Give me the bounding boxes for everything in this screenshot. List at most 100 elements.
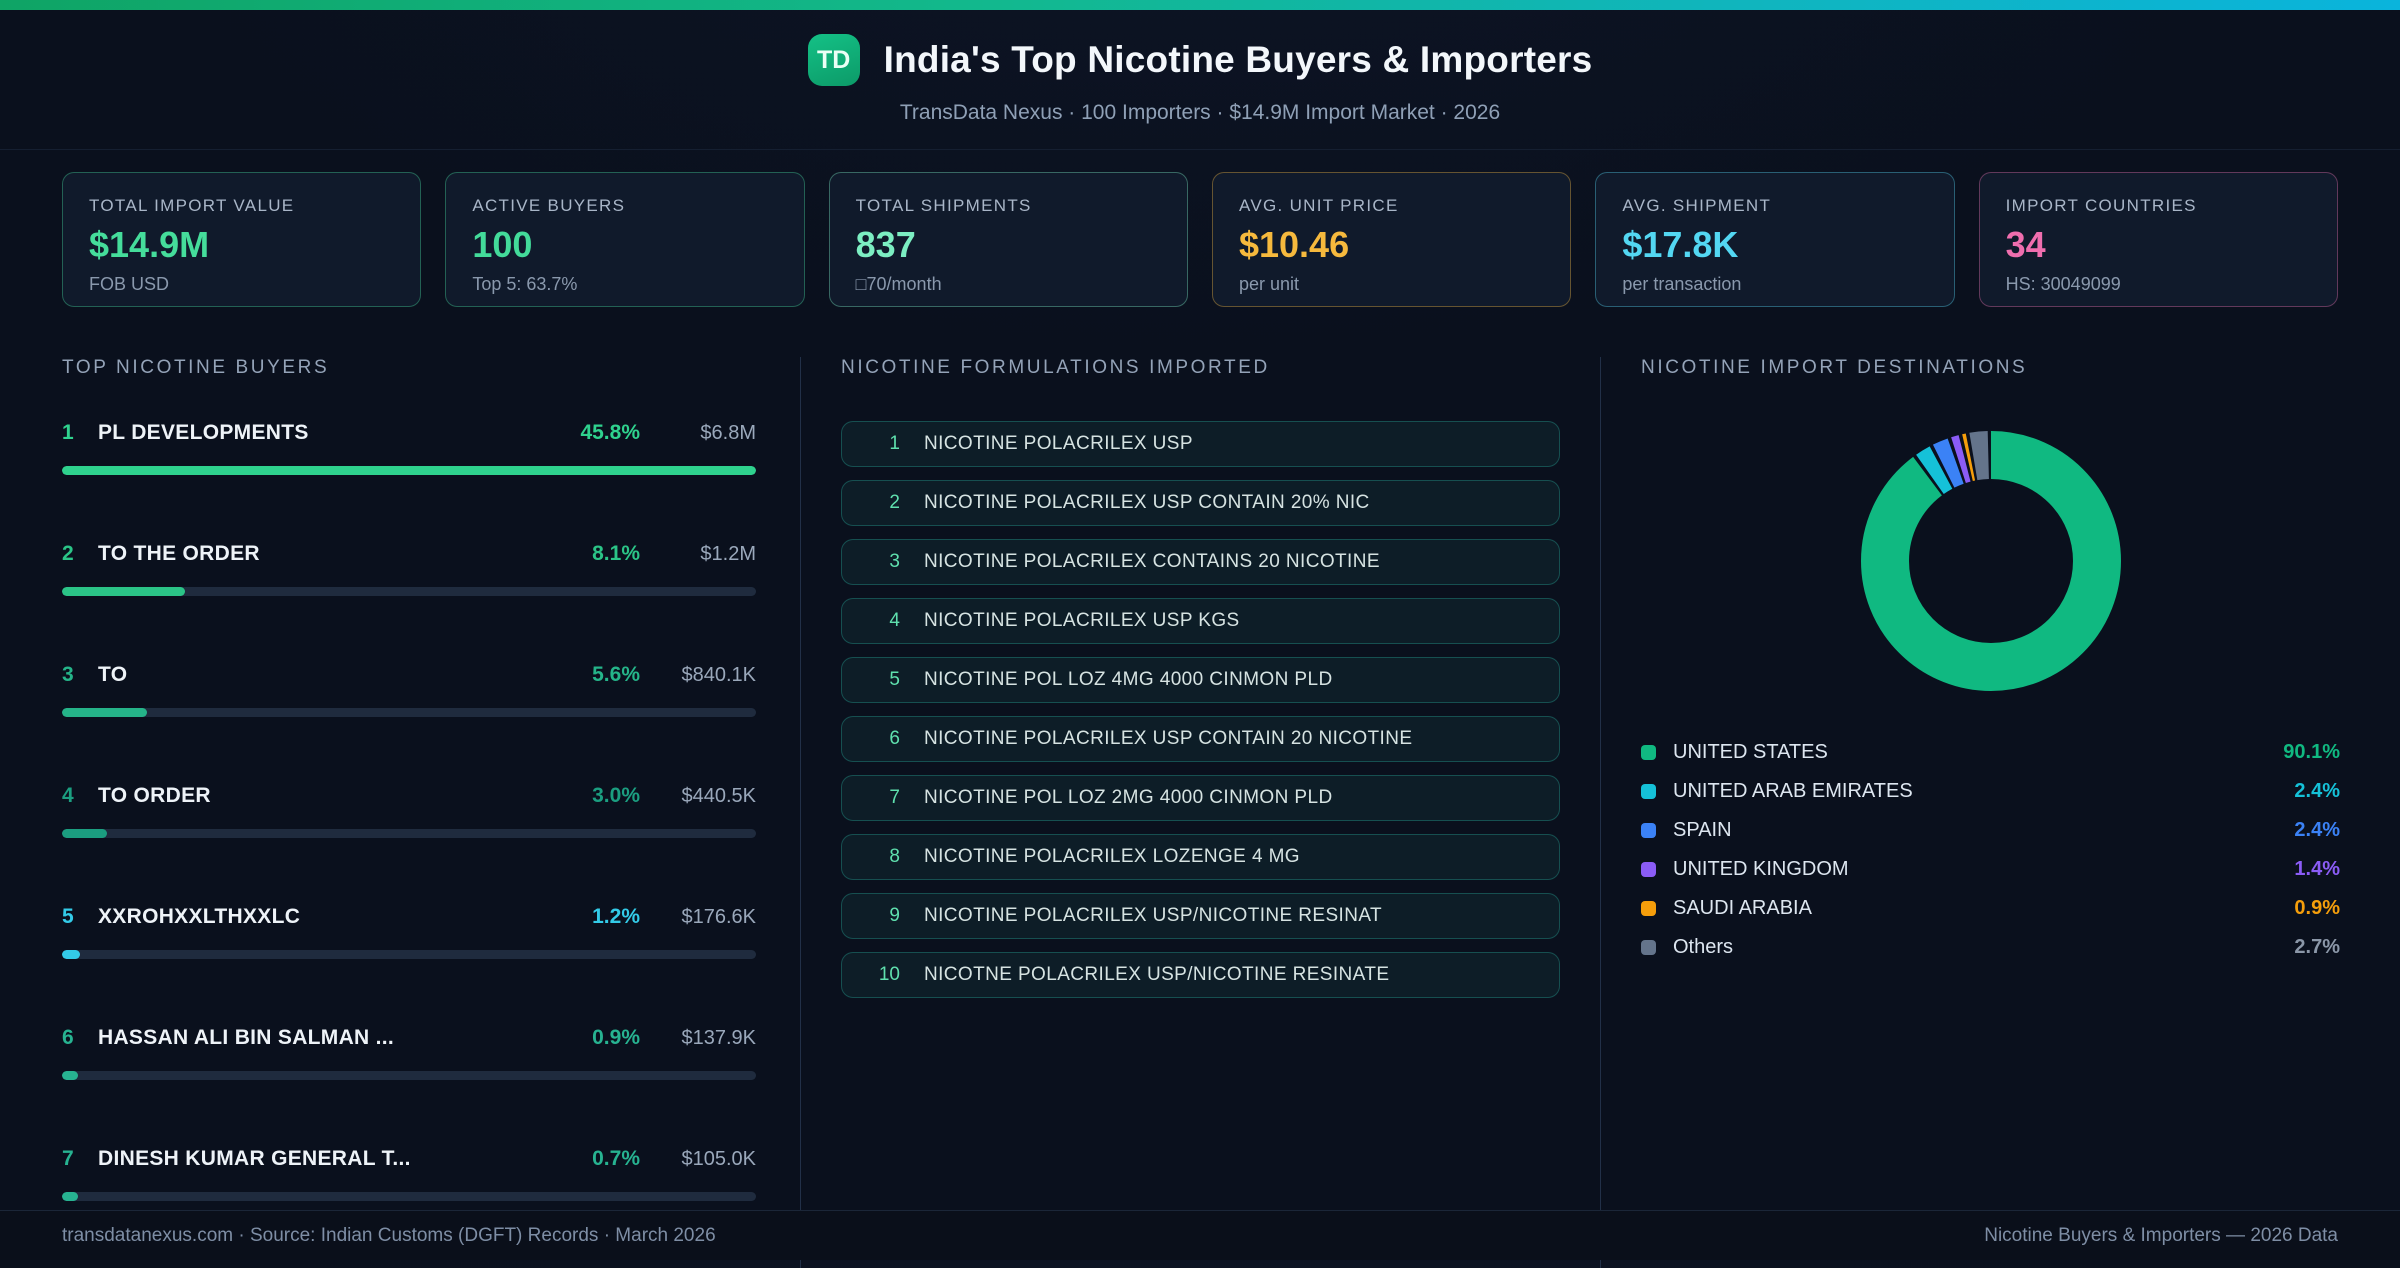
buyer-row: 6 HASSAN ALI BIN SALMAN ... 0.9% $137.9K <box>62 1026 756 1080</box>
buyer-row: 3 TO 5.6% $840.1K <box>62 663 756 717</box>
formulation-rank: 6 <box>889 728 900 749</box>
stat-card: IMPORT COUNTRIES 34 HS: 30049099 <box>1978 172 2338 307</box>
buyer-row: 2 TO THE ORDER 8.1% $1.2M <box>62 542 756 596</box>
buyer-name: PL DEVELOPMENTS <box>98 421 309 444</box>
page-subtitle: TransData Nexus · 100 Importers · $14.9M… <box>899 101 1501 124</box>
top-accent-bar <box>0 0 2400 10</box>
buyer-value: $176.6K <box>681 906 756 928</box>
formulation-item: 8 NICOTINE POLACRILEX LOZENGE 4 MG <box>841 834 1560 880</box>
stat-card-subtext: per unit <box>1238 274 1300 294</box>
donut-slice <box>1860 431 2121 691</box>
stat-card-value: $17.8K <box>1622 224 1739 265</box>
donut-chart-wrap <box>1641 421 2340 701</box>
stat-card-label: TOTAL SHIPMENTS <box>855 196 1032 215</box>
stat-card-value: 34 <box>2005 224 2046 265</box>
buyer-progress-fill <box>62 829 108 838</box>
buyer-value: $105.0K <box>681 1148 756 1170</box>
formulation-name: NICOTNE POLACRILEX USP/NICOTINE RESINATE <box>924 964 1390 985</box>
formulation-item: 10 NICOTNE POLACRILEX USP/NICOTINE RESIN… <box>841 952 1560 998</box>
formulation-rank: 8 <box>889 846 900 867</box>
buyer-name: TO THE ORDER <box>98 542 260 565</box>
buyer-percent: 1.2% <box>592 905 640 928</box>
legend-label: SAUDI ARABIA <box>1673 897 1812 919</box>
buyer-rank: 3 <box>62 663 74 686</box>
legend-swatch <box>1641 940 1656 955</box>
legend-item: SPAIN 2.4% <box>1641 811 2340 850</box>
stat-card-subtext: FOB USD <box>89 274 170 294</box>
stat-card-value: $14.9M <box>89 224 210 265</box>
formulation-name: NICOTINE POLACRILEX USP/NICOTINE RESINAT <box>924 905 1383 926</box>
buyer-progress-fill <box>62 1071 78 1080</box>
footer-dataset-text: Nicotine Buyers & Importers — 2026 Data <box>1984 1224 2338 1246</box>
buyer-progress-track <box>62 466 756 475</box>
stat-card-subtext: □70/month <box>855 274 942 294</box>
formulation-item: 7 NICOTINE POL LOZ 2MG 4000 CINMON PLD <box>841 775 1560 821</box>
buyer-percent: 5.6% <box>592 663 640 686</box>
page-footer: transdatanexus.com · Source: Indian Cust… <box>0 1210 2400 1260</box>
buyer-progress-track <box>62 708 756 717</box>
top-buyers-list: 1 PL DEVELOPMENTS 45.8% $6.8M 2 TO THE O… <box>62 421 756 1201</box>
formulation-rank: 10 <box>878 964 900 985</box>
stats-row: TOTAL IMPORT VALUE $14.9M FOB USD ACTIVE… <box>0 150 2400 307</box>
destinations-section-title: NICOTINE IMPORT DESTINATIONS <box>1641 357 2028 378</box>
stat-card-value: $10.46 <box>1238 224 1350 265</box>
formulation-rank: 7 <box>889 787 900 808</box>
stat-card-label: ACTIVE BUYERS <box>472 196 626 215</box>
buyer-row: 1 PL DEVELOPMENTS 45.8% $6.8M <box>62 421 756 475</box>
legend-percent: 2.4% <box>2294 819 2340 841</box>
legend-item: Others 2.7% <box>1641 928 2340 967</box>
buyer-progress-track <box>62 1071 756 1080</box>
formulation-item: 1 NICOTINE POLACRILEX USP <box>841 421 1560 467</box>
logo-badge: TD <box>807 34 860 86</box>
stat-card: TOTAL IMPORT VALUE $14.9M FOB USD <box>62 172 422 307</box>
stat-card-label: TOTAL IMPORT VALUE <box>89 196 295 215</box>
buyer-row: 4 TO ORDER 3.0% $440.5K <box>62 784 756 838</box>
legend-percent: 2.4% <box>2294 780 2340 802</box>
formulation-rank: 4 <box>889 610 900 631</box>
formulation-name: NICOTINE POLACRILEX LOZENGE 4 MG <box>924 846 1300 867</box>
formulation-name: NICOTINE POLACRILEX USP CONTAIN 20% NIC <box>924 492 1370 513</box>
buyer-progress-track <box>62 829 756 838</box>
buyer-progress-fill <box>62 950 81 959</box>
formulation-item: 4 NICOTINE POLACRILEX USP KGS <box>841 598 1560 644</box>
main-content: TOP NICOTINE BUYERS 1 PL DEVELOPMENTS 45… <box>0 357 2400 1268</box>
destinations-section: NICOTINE IMPORT DESTINATIONS UNITED STAT… <box>1600 357 2400 1268</box>
formulation-rank: 9 <box>889 905 900 926</box>
stat-card: AVG. SHIPMENT $17.8K per transaction <box>1595 172 1955 307</box>
buyer-progress-fill <box>62 466 756 475</box>
buyer-row: 7 DINESH KUMAR GENERAL T... 0.7% $105.0K <box>62 1147 756 1201</box>
formulations-section: NICOTINE FORMULATIONS IMPORTED 1 NICOTIN… <box>800 357 1600 1268</box>
formulation-item: 9 NICOTINE POLACRILEX USP/NICOTINE RESIN… <box>841 893 1560 939</box>
formulation-item: 5 NICOTINE POL LOZ 4MG 4000 CINMON PLD <box>841 657 1560 703</box>
legend-percent: 1.4% <box>2294 858 2340 880</box>
stat-card-subtext: per transaction <box>1622 274 1742 294</box>
footer-source-text: transdatanexus.com · Source: Indian Cust… <box>62 1224 716 1246</box>
stat-card-value: 837 <box>855 224 916 265</box>
formulation-item: 2 NICOTINE POLACRILEX USP CONTAIN 20% NI… <box>841 480 1560 526</box>
formulation-rank: 3 <box>889 551 900 572</box>
buyer-percent: 0.7% <box>592 1147 640 1170</box>
stat-card-label: AVG. SHIPMENT <box>1622 196 1772 215</box>
legend-swatch <box>1641 784 1656 799</box>
stat-card-label: AVG. UNIT PRICE <box>1238 196 1399 215</box>
buyer-value: $1.2M <box>700 543 756 565</box>
top-buyers-section-title: TOP NICOTINE BUYERS <box>62 357 330 378</box>
legend-item: UNITED KINGDOM 1.4% <box>1641 850 2340 889</box>
legend-label: SPAIN <box>1673 819 1732 841</box>
buyer-row: 5 XXROHXXLTHXXLC 1.2% $176.6K <box>62 905 756 959</box>
buyer-progress-fill <box>62 1192 78 1201</box>
legend-label: UNITED KINGDOM <box>1673 858 1849 880</box>
legend-label: UNITED ARAB EMIRATES <box>1673 780 1913 802</box>
buyer-progress-track <box>62 587 756 596</box>
buyer-name: XXROHXXLTHXXLC <box>98 905 301 928</box>
buyer-value: $6.8M <box>700 422 756 444</box>
stat-card-label: IMPORT COUNTRIES <box>2005 196 2197 215</box>
stat-card-subtext: Top 5: 63.7% <box>472 274 578 294</box>
legend-percent: 90.1% <box>2283 741 2340 763</box>
formulation-name: NICOTINE POLACRILEX USP CONTAIN 20 NICOT… <box>924 728 1413 749</box>
formulation-name: NICOTINE POLACRILEX CONTAINS 20 NICOTINE <box>924 551 1380 572</box>
formulation-rank: 1 <box>889 433 900 454</box>
stat-card-value: 100 <box>472 224 533 265</box>
formulation-name: NICOTINE POL LOZ 2MG 4000 CINMON PLD <box>924 787 1333 808</box>
buyer-rank: 5 <box>62 905 74 928</box>
